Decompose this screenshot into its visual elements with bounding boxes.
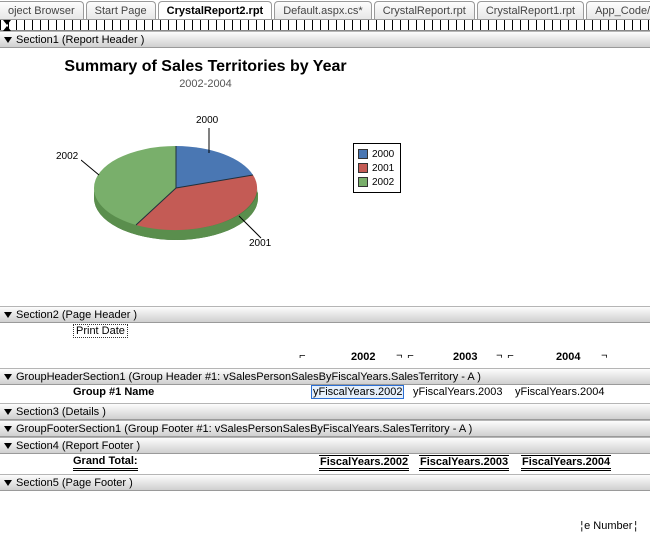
pie-label-2000: 2000 <box>196 115 218 126</box>
section-header-report-footer[interactable]: Section4 (Report Footer ) <box>0 437 650 454</box>
col-bracket: ⌐ <box>299 351 305 363</box>
col-bracket: ¬ ⌐ <box>496 351 513 363</box>
year-cell-2002-selected[interactable]: yFiscalYears.2002 <box>311 385 404 399</box>
legend-swatch-2002 <box>358 177 368 187</box>
tab-crystalreport[interactable]: CrystalReport.rpt <box>374 1 475 20</box>
collapse-icon <box>4 312 12 318</box>
tab-crystalreport1[interactable]: CrystalReport1.rpt <box>477 1 584 20</box>
field-bracket: ¦ <box>632 521 638 533</box>
tab-default-aspx-cs[interactable]: Default.aspx.cs* <box>274 1 371 20</box>
legend-swatch-2000 <box>358 149 368 159</box>
page-number-value: e Number <box>584 520 632 532</box>
section-header-group-header[interactable]: GroupHeaderSection1 (Group Header #1: vS… <box>0 368 650 385</box>
page-number-field[interactable]: ¦e Number¦ <box>578 520 638 533</box>
section-header-report-header[interactable]: Section1 (Report Header ) <box>0 31 650 48</box>
grand-total-label[interactable]: Grand Total: <box>73 455 138 471</box>
legend-item-2001: 2001 <box>358 161 394 175</box>
report-header-canvas[interactable]: Summary of Sales Territories by Year 200… <box>0 48 650 306</box>
legend-item-2000: 2000 <box>358 147 394 161</box>
section-label: GroupHeaderSection1 (Group Header #1: vS… <box>16 371 481 383</box>
grand-total-2004[interactable]: FiscalYears.2004 <box>521 455 611 471</box>
collapse-icon <box>4 426 12 432</box>
legend-label-2001: 2001 <box>372 163 394 174</box>
chart-legend[interactable]: 2000 2001 2002 <box>353 143 401 193</box>
horizontal-ruler[interactable] <box>0 20 650 31</box>
section-header-details[interactable]: Section3 (Details ) <box>0 403 650 420</box>
collapse-icon <box>4 374 12 380</box>
chart-subtitle[interactable]: 2002-2004 <box>1 78 410 90</box>
year-cell-2004[interactable]: yFiscalYears.2004 <box>515 386 604 398</box>
legend-label-2002: 2002 <box>372 177 394 188</box>
legend-label-2000: 2000 <box>372 149 394 160</box>
legend-swatch-2001 <box>358 163 368 173</box>
pie-label-2001: 2001 <box>249 238 271 249</box>
chart-title[interactable]: Summary of Sales Territories by Year <box>1 58 410 76</box>
tab-dataset1-xsd[interactable]: App_Code/DataSet1.xsd <box>586 1 650 20</box>
section-label: Section1 (Report Header ) <box>16 34 144 46</box>
group-name-field[interactable]: Group #1 Name <box>73 386 154 398</box>
section-label: GroupFooterSection1 (Group Footer #1: vS… <box>16 423 472 435</box>
section-label: Section5 (Page Footer ) <box>16 477 133 489</box>
section-header-group-footer[interactable]: GroupFooterSection1 (Group Footer #1: vS… <box>0 420 650 437</box>
tab-crystalreport2[interactable]: CrystalReport2.rpt <box>158 1 273 20</box>
collapse-icon <box>4 480 12 486</box>
col-bracket: ¬ ⌐ <box>396 351 413 363</box>
year-cell-2003[interactable]: yFiscalYears.2003 <box>413 386 502 398</box>
tab-object-browser[interactable]: oject Browser <box>0 1 84 20</box>
section-header-page-footer[interactable]: Section5 (Page Footer ) <box>0 474 650 491</box>
collapse-icon <box>4 37 12 43</box>
pie-label-2002: 2002 <box>56 151 78 162</box>
column-header-2003[interactable]: 2003 <box>453 351 477 363</box>
column-header-2002[interactable]: 2002 <box>351 351 375 363</box>
grand-total-2002[interactable]: FiscalYears.2002 <box>319 455 409 471</box>
report-footer-canvas[interactable]: Grand Total: FiscalYears.2002 FiscalYear… <box>0 454 650 474</box>
collapse-icon <box>4 409 12 415</box>
section-label: Section2 (Page Header ) <box>16 309 137 321</box>
grand-total-2003[interactable]: FiscalYears.2003 <box>419 455 509 471</box>
section-label: Section3 (Details ) <box>16 406 106 418</box>
tab-start-page[interactable]: Start Page <box>86 1 156 20</box>
group-header-canvas[interactable]: Group #1 Name yFiscalYears.2002 yFiscalY… <box>0 385 650 403</box>
document-tabbar: oject Browser Start Page CrystalReport2.… <box>0 0 650 20</box>
column-header-2004[interactable]: 2004 <box>556 351 580 363</box>
print-date-field[interactable]: Print Date <box>73 324 128 338</box>
legend-item-2002: 2002 <box>358 175 394 189</box>
page-header-canvas[interactable]: Print Date ⌐ 2002 ¬ ⌐ 2003 ¬ ⌐ 2004 ¬ <box>0 323 650 368</box>
collapse-icon <box>4 443 12 449</box>
section-label: Section4 (Report Footer ) <box>16 440 140 452</box>
page-footer-canvas[interactable]: ¦e Number¦ <box>0 491 650 539</box>
section-header-page-header[interactable]: Section2 (Page Header ) <box>0 306 650 323</box>
col-bracket: ¬ <box>601 351 607 363</box>
